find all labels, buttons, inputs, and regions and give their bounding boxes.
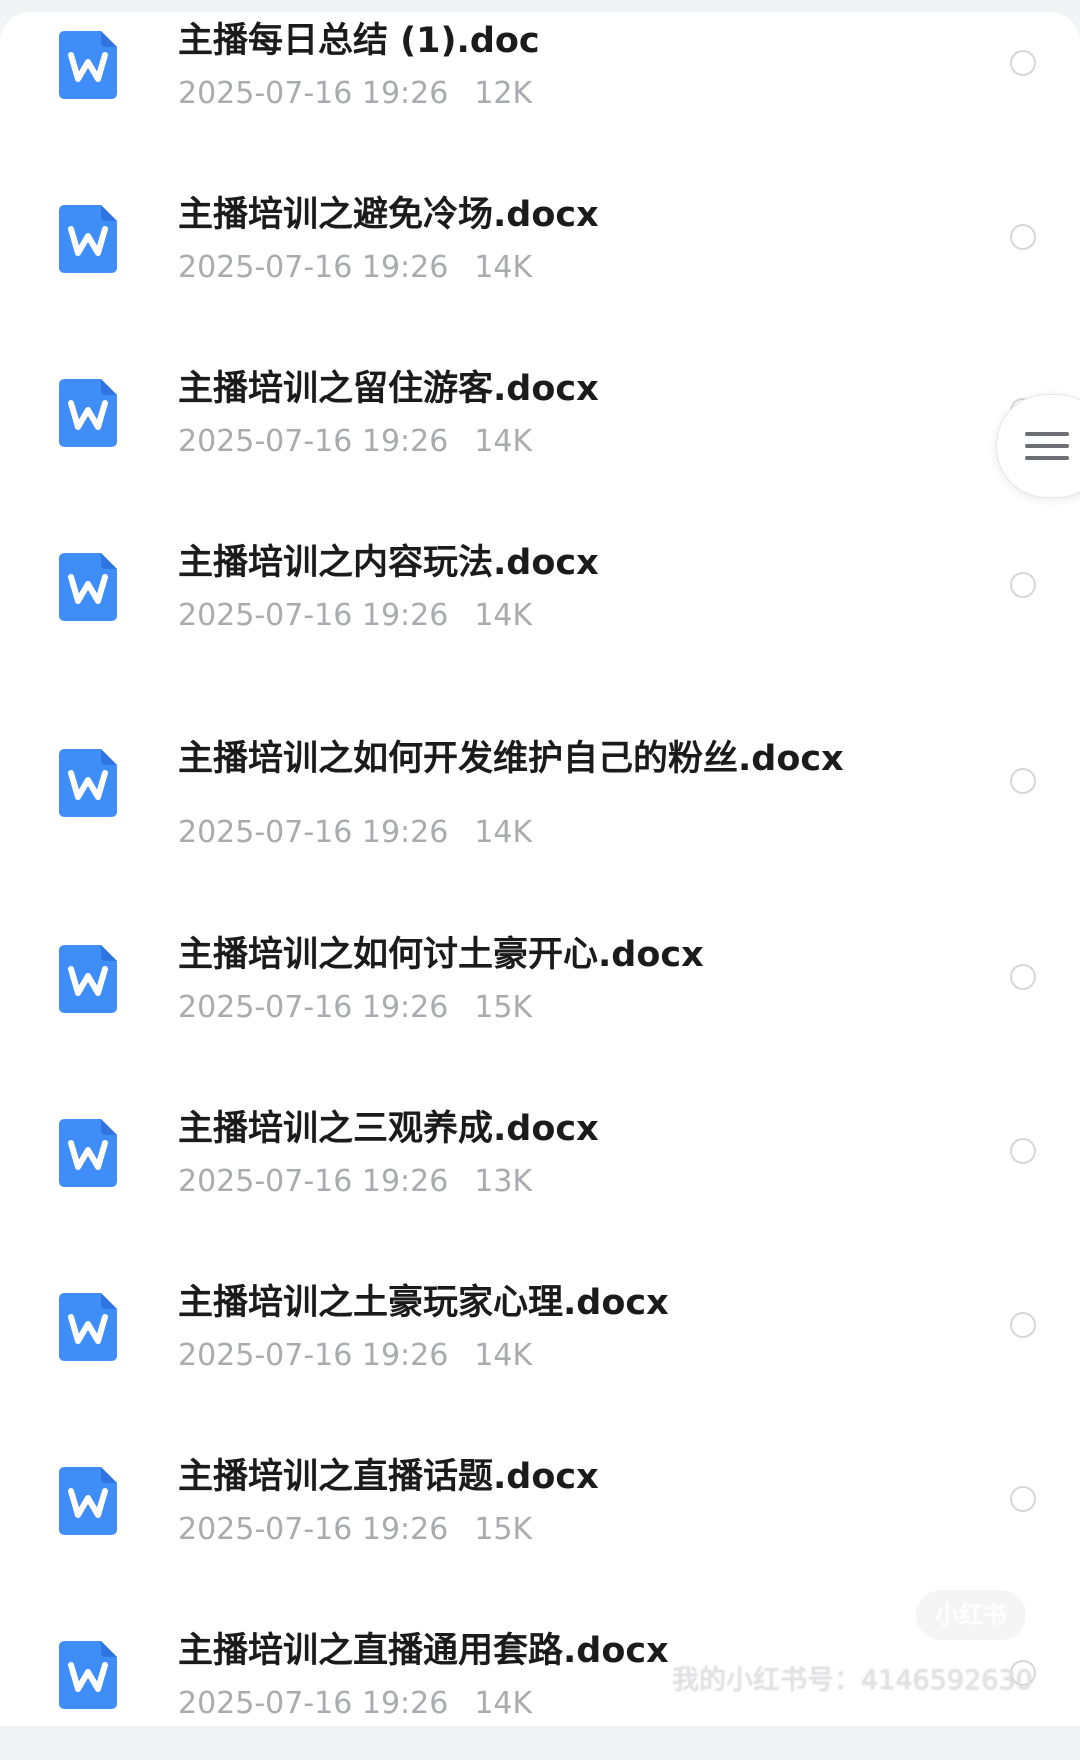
file-date: 2025-07-16 19:26 [178,424,449,459]
file-size: 13K [474,1164,533,1199]
file-meta: 2025-07-16 19:26 15K [178,1511,532,1549]
file-row[interactable]: 主播培训之直播话题.docx 2025-07-16 19:26 15K [0,1436,1080,1586]
file-name: 主播培训之三观养成.docx [178,1109,599,1149]
file-row[interactable]: 主播培训之三观养成.docx 2025-07-16 19:26 13K [0,1088,1080,1238]
file-row[interactable]: 主播培训之留住游客.docx 2025-07-16 19:26 14K [0,348,1080,498]
file-meta: 2025-07-16 19:26 14K [178,814,532,852]
file-row[interactable]: 主播培训之土豪玩家心理.docx 2025-07-16 19:26 14K [0,1262,1080,1412]
file-row[interactable]: 主播培训之如何开发维护自己的粉丝.docx 2025-07-16 19:26 14K [0,718,1080,868]
select-radio[interactable] [1010,1486,1036,1512]
file-meta: 2025-07-16 19:26 14K [178,423,532,461]
file-date: 2025-07-16 19:26 [178,815,449,850]
file-size: 14K [474,424,533,459]
file-name: 主播培训之避免冷场.docx [178,195,599,235]
file-meta: 2025-07-16 19:26 14K [178,1337,532,1375]
file-size: 14K [474,815,533,850]
file-date: 2025-07-16 19:26 [178,1686,449,1721]
select-radio[interactable] [1010,768,1036,794]
file-date: 2025-07-16 19:26 [178,250,449,285]
file-row[interactable]: 主播培训之如何讨土豪开心.docx 2025-07-16 19:26 15K [0,914,1080,1064]
file-row[interactable]: 主播每日总结 (1).doc 2025-07-16 19:26 12K [0,0,1080,150]
file-date: 2025-07-16 19:26 [178,598,449,633]
file-size: 14K [474,1338,533,1373]
file-name: 主播培训之内容玩法.docx [178,543,599,583]
file-name: 主播培训之如何讨土豪开心.docx [178,935,704,975]
file-size: 15K [474,1512,533,1547]
select-radio[interactable] [1010,964,1036,990]
file-size: 14K [474,1686,533,1721]
file-date: 2025-07-16 19:26 [178,1164,449,1199]
file-date: 2025-07-16 19:26 [178,1338,449,1373]
select-radio[interactable] [1010,1312,1036,1338]
file-name: 主播培训之直播通用套路.docx [178,1631,669,1671]
file-row[interactable]: 主播培训之避免冷场.docx 2025-07-16 19:26 14K [0,174,1080,324]
file-name: 主播培训之如何开发维护自己的粉丝.docx [178,739,844,779]
file-meta: 2025-07-16 19:26 15K [178,989,532,1027]
file-meta: 2025-07-16 19:26 13K [178,1163,532,1201]
watermark-text: 我的小红书号：4146592630 [672,1665,1033,1696]
file-meta: 2025-07-16 19:26 12K [178,75,532,113]
file-date: 2025-07-16 19:26 [178,990,449,1025]
select-radio[interactable] [1010,572,1036,598]
select-radio[interactable] [1010,224,1036,250]
select-radio[interactable] [1010,50,1036,76]
file-size: 14K [474,598,533,633]
file-name: 主播培训之直播话题.docx [178,1457,599,1497]
watermark-badge: 小红书 [916,1590,1026,1640]
file-date: 2025-07-16 19:26 [178,1512,449,1547]
file-meta: 2025-07-16 19:26 14K [178,249,532,287]
file-name: 主播每日总结 (1).doc [178,21,540,61]
file-size: 12K [474,76,533,111]
file-name: 主播培训之土豪玩家心理.docx [178,1283,669,1323]
file-meta: 2025-07-16 19:26 14K [178,597,532,635]
file-name: 主播培训之留住游客.docx [178,369,599,409]
select-radio[interactable] [1010,1138,1036,1164]
file-date: 2025-07-16 19:26 [178,76,449,111]
file-size: 15K [474,990,533,1025]
file-row[interactable]: 主播培训之内容玩法.docx 2025-07-16 19:26 14K [0,522,1080,672]
file-list: 主播每日总结 (1).doc 2025-07-16 19:26 12K 主播培训之避免… [0,0,1080,1726]
file-meta: 2025-07-16 19:26 14K [178,1685,532,1723]
file-size: 14K [474,250,533,285]
